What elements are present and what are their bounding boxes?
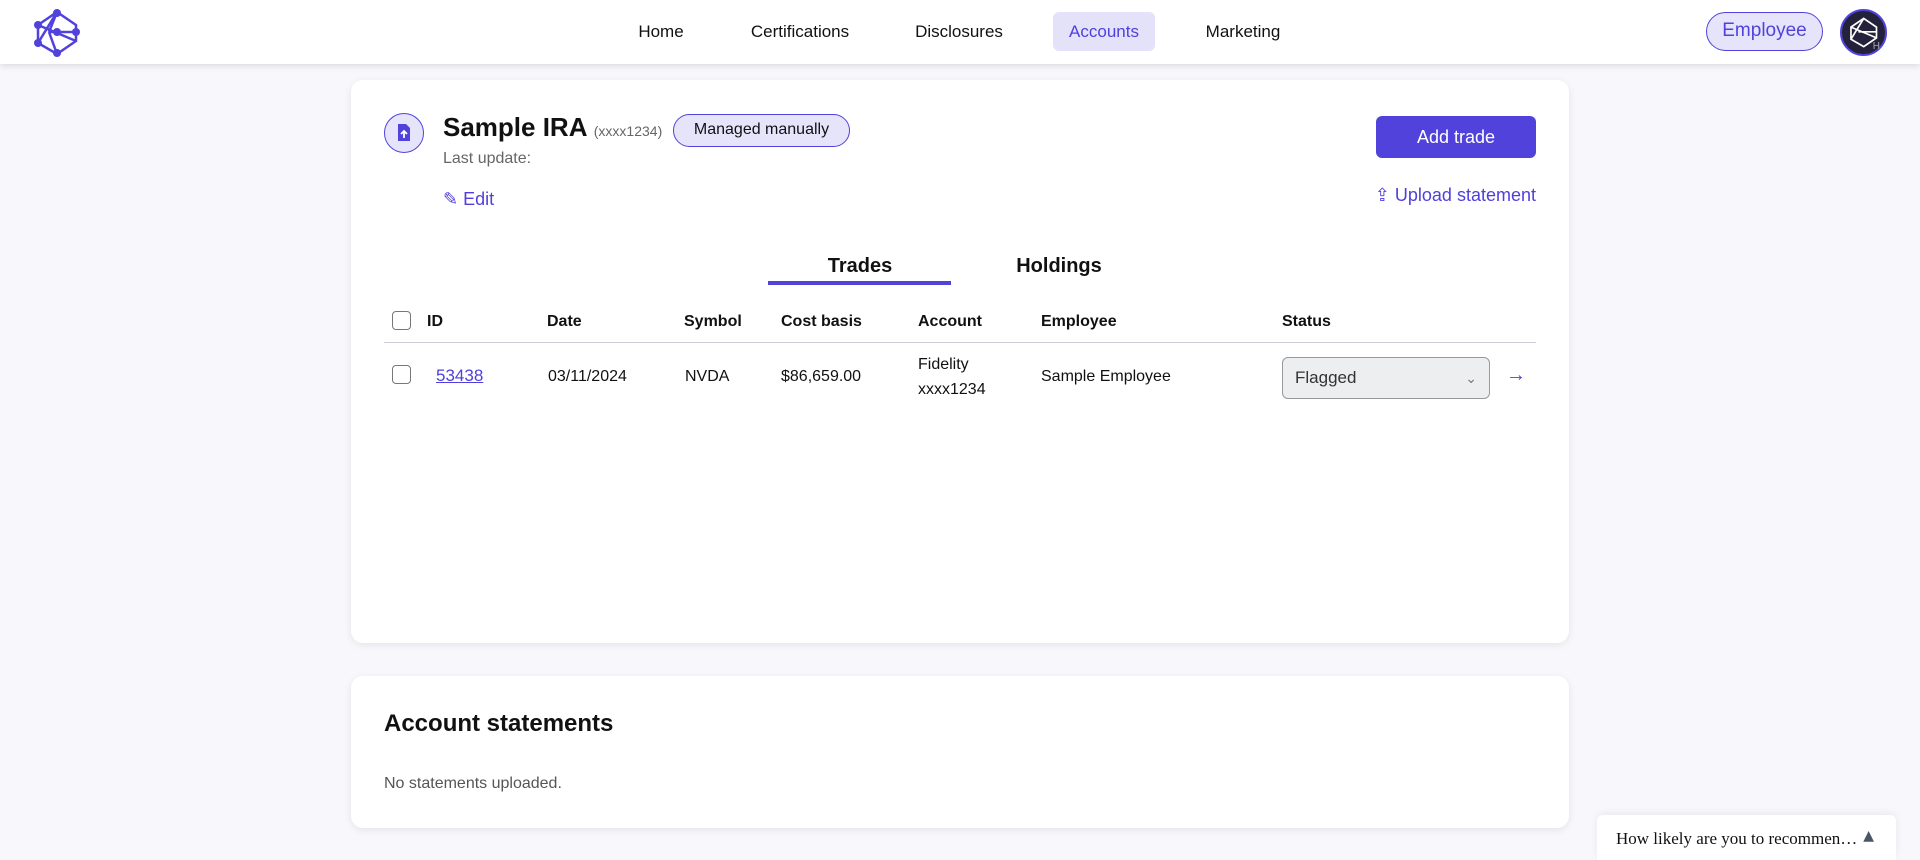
tab-holdings[interactable]: Holdings — [1016, 255, 1102, 278]
active-tab-indicator — [768, 281, 951, 285]
document-upload-icon — [384, 113, 424, 153]
status-select[interactable]: Flagged ⌄ — [1282, 357, 1490, 399]
trade-account-name: Fidelity — [918, 356, 969, 373]
survey-widget[interactable]: How likely are you to recommen… ▲ — [1597, 815, 1896, 860]
logo-icon[interactable] — [34, 9, 80, 57]
upload-statement-button[interactable]: ⇪ Upload statement — [1375, 185, 1536, 206]
survey-prompt: How likely are you to recommen… — [1616, 829, 1858, 848]
col-employee: Employee — [1041, 313, 1117, 330]
account-title: Sample IRA (xxxx1234) — [443, 112, 663, 142]
col-date: Date — [547, 313, 582, 330]
nav-home[interactable]: Home — [622, 12, 699, 51]
trade-cost-basis: $86,659.00 — [781, 368, 862, 385]
trade-date: 03/11/2024 — [548, 368, 627, 385]
col-account: Account — [918, 313, 982, 330]
upload-icon: ⇪ — [1374, 185, 1390, 205]
avatar-initial: H — [1872, 41, 1880, 52]
nav-disclosures[interactable]: Disclosures — [899, 12, 1019, 51]
nav-marketing[interactable]: Marketing — [1190, 12, 1297, 51]
statements-title: Account statements — [384, 710, 614, 737]
add-trade-button[interactable]: Add trade — [1376, 116, 1536, 158]
trade-id-link[interactable]: 53438 — [436, 366, 483, 386]
select-all-checkbox[interactable] — [392, 311, 411, 330]
managed-badge: Managed manually — [673, 114, 850, 147]
edit-button[interactable]: ✎ Edit — [443, 189, 494, 210]
trade-employee: Sample Employee — [1041, 368, 1171, 385]
col-symbol: Symbol — [684, 313, 742, 330]
col-status: Status — [1282, 313, 1331, 330]
nav-certifications[interactable]: Certifications — [735, 12, 865, 51]
trade-account-number: xxxx1234 — [918, 381, 986, 398]
arrow-right-icon[interactable]: → — [1506, 364, 1526, 387]
pencil-icon: ✎ — [443, 189, 459, 209]
statements-card — [351, 676, 1569, 828]
avatar[interactable]: H — [1840, 9, 1887, 56]
trade-symbol: NVDA — [685, 368, 730, 385]
chevron-down-icon: ⌄ — [1465, 370, 1477, 386]
col-cost-basis: Cost basis — [781, 313, 862, 330]
expand-up-icon[interactable]: ▲ — [1863, 828, 1874, 844]
last-update-label: Last update: — [443, 150, 532, 167]
account-number: (xxxx1234) — [593, 123, 663, 139]
statements-empty-message: No statements uploaded. — [384, 775, 562, 792]
tab-trades[interactable]: Trades — [828, 255, 892, 278]
row-checkbox[interactable] — [392, 365, 411, 384]
role-switch-button[interactable]: Employee — [1706, 12, 1823, 51]
col-id: ID — [427, 313, 443, 330]
table-header-divider — [384, 342, 1536, 343]
top-nav-bar: Home Certifications Disclosures Accounts… — [0, 0, 1920, 64]
nav-accounts[interactable]: Accounts — [1053, 12, 1155, 51]
